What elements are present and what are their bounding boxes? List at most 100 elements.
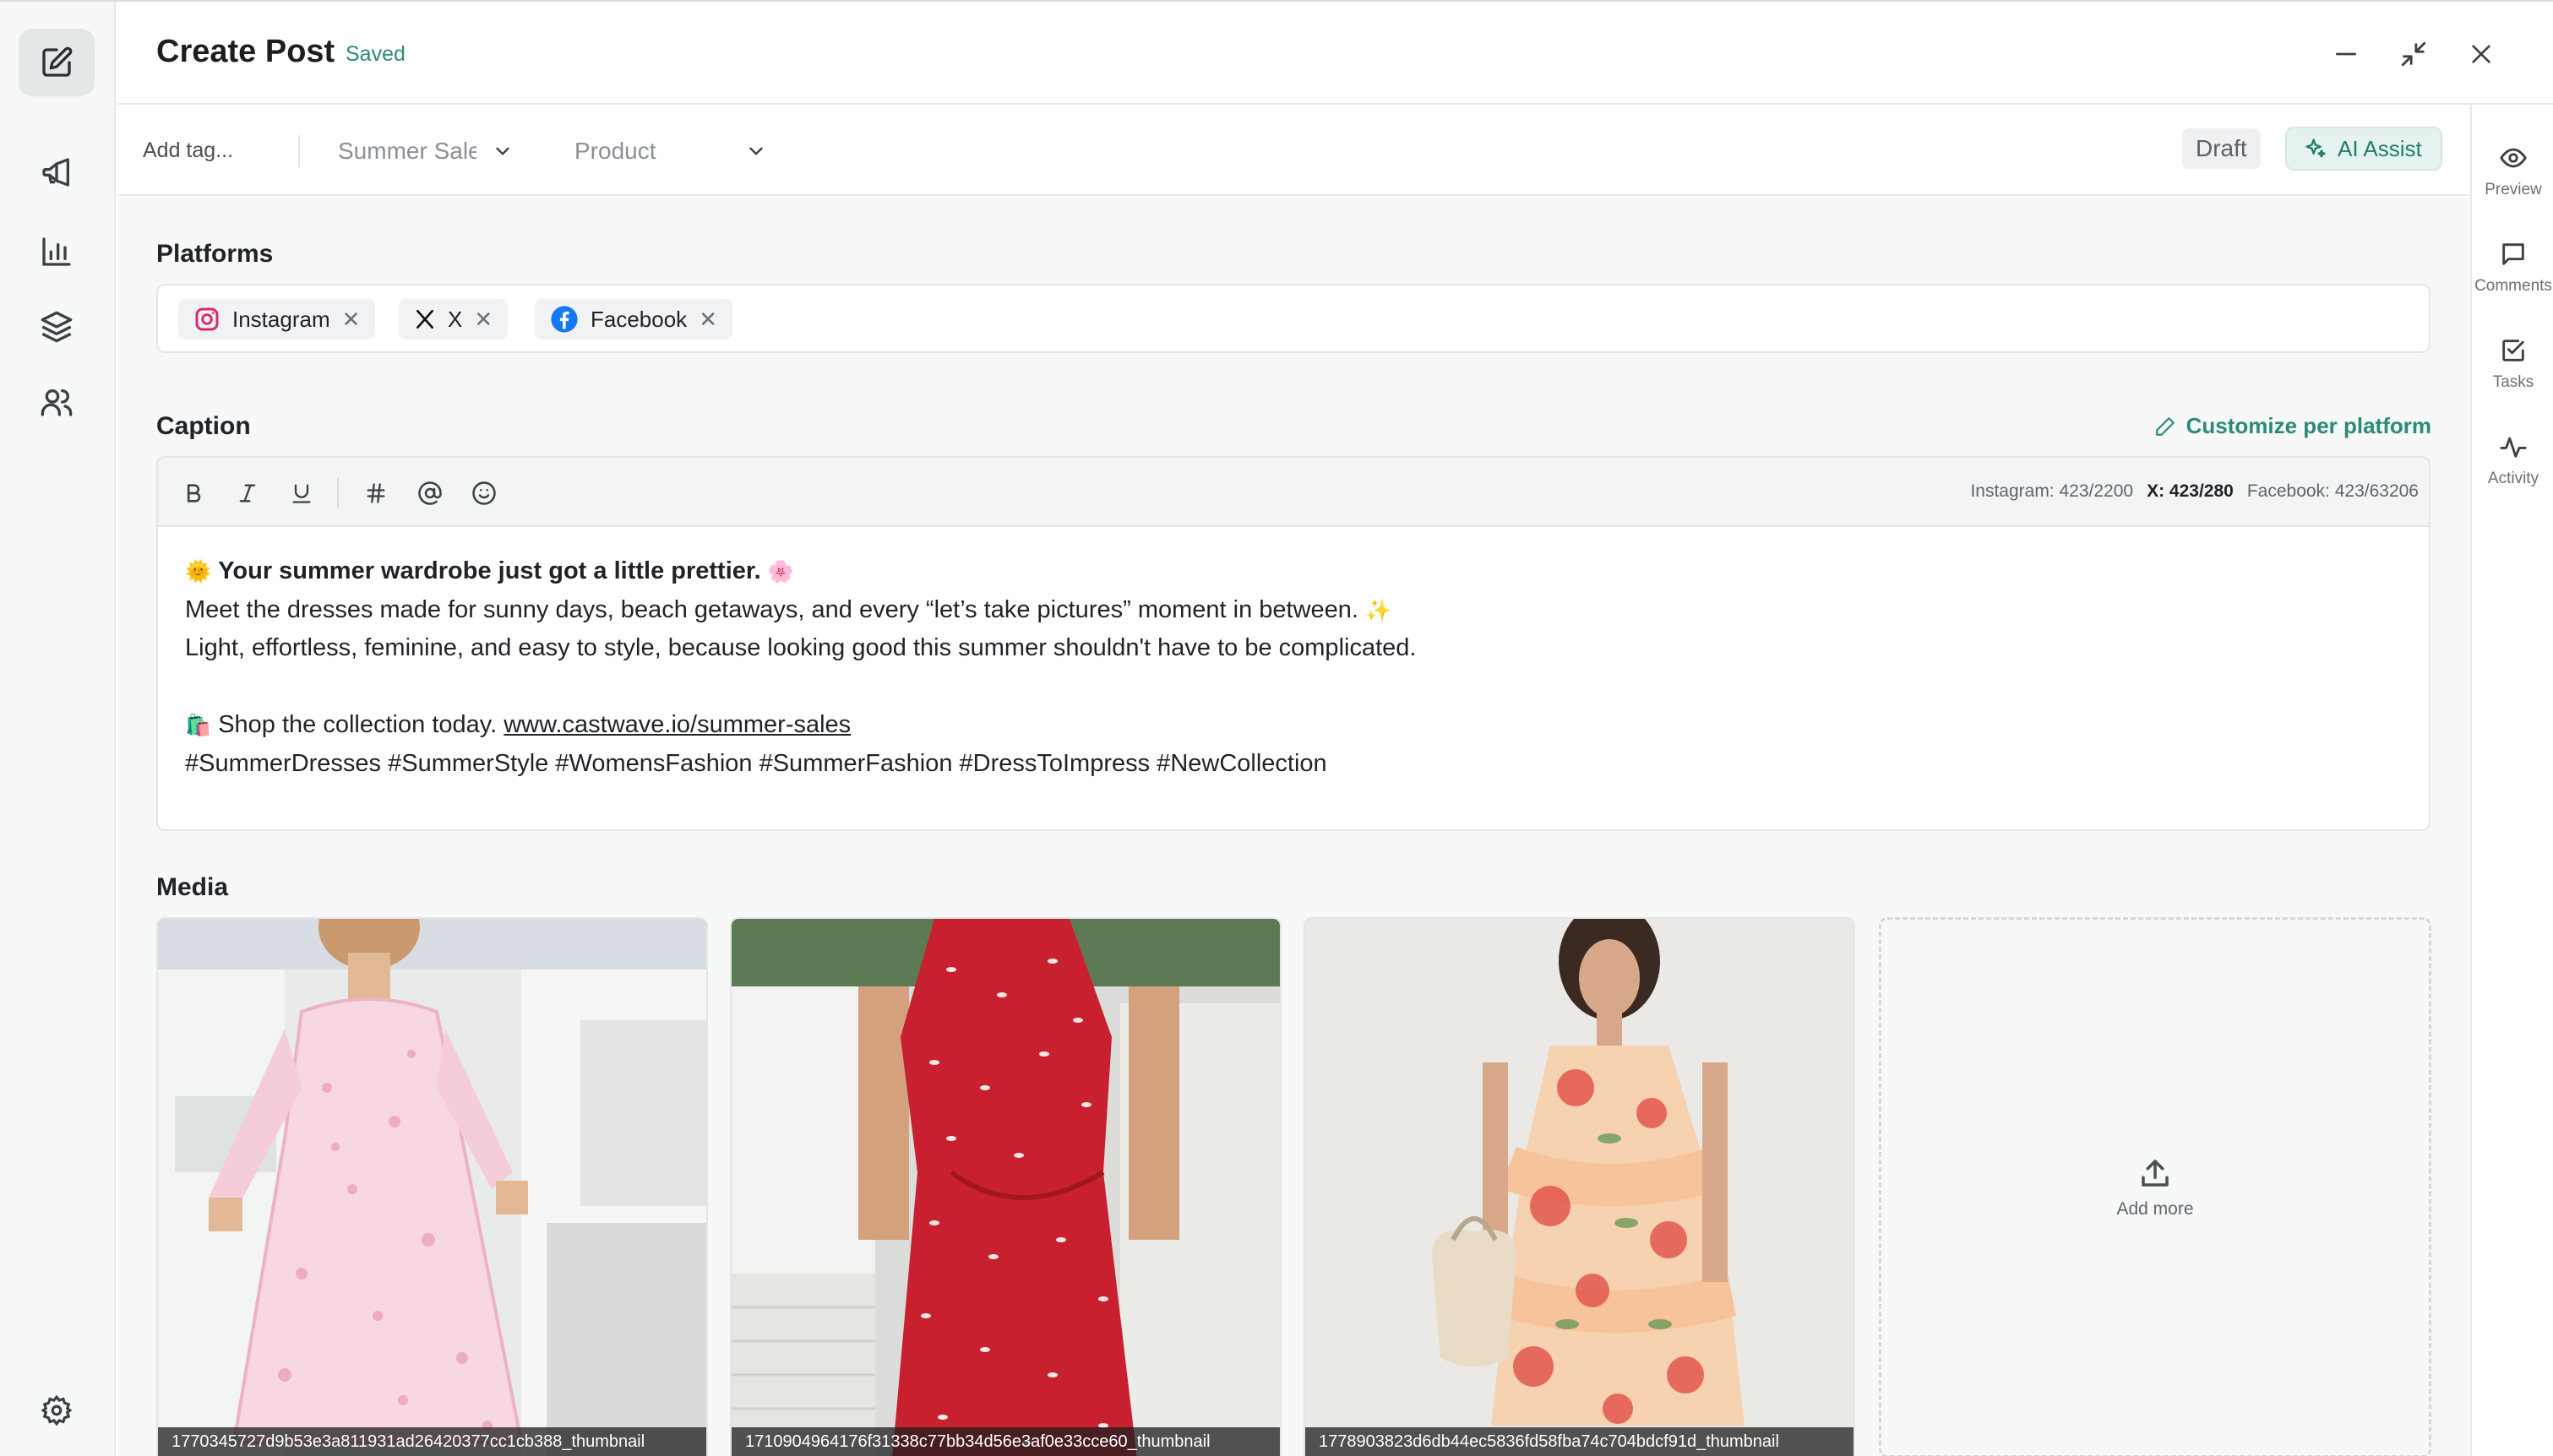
x-logo-icon — [416, 309, 433, 329]
formatting-toolbar: Instagram: 423/2200 X: 423/280 Facebook:… — [158, 458, 2429, 527]
facebook-count: Facebook: 423/63206 — [2246, 481, 2419, 501]
underline-icon — [292, 484, 311, 503]
remove-platform-button[interactable]: ✕ — [342, 307, 361, 333]
checkbox-icon — [2502, 340, 2524, 361]
at-sign-icon — [418, 481, 442, 505]
remove-platform-button[interactable]: ✕ — [699, 307, 717, 333]
megaphone-icon — [42, 158, 70, 187]
nav-settings-button[interactable] — [19, 1377, 95, 1444]
caption-line: Light, effortless, feminine, and easy to… — [185, 634, 1417, 661]
left-nav-rail — [0, 2, 116, 1456]
character-counts: Instagram: 423/2200 X: 423/280 Facebook:… — [1970, 481, 2419, 502]
users-icon — [41, 389, 73, 416]
italic-icon — [239, 484, 256, 503]
campaign-select-value: Summer Sale — [338, 138, 476, 164]
minimize-button[interactable] — [2326, 34, 2366, 74]
caption-hashtags: #SummerDresses #SummerStyle #WomensFashi… — [185, 749, 1327, 777]
add-more-media-button[interactable]: Add more — [1879, 917, 2431, 1456]
instagram-icon — [195, 307, 219, 331]
add-tag-input[interactable] — [143, 139, 320, 163]
add-more-label: Add more — [2116, 1199, 2194, 1219]
caption-headline: Your summer wardrobe just got a little p… — [218, 557, 761, 584]
platform-chip-facebook: Facebook ✕ — [535, 299, 732, 340]
media-filename: 1770345727d9b53e3a811931ad26420377cc1cb3… — [158, 1427, 706, 1456]
media-thumbnail[interactable]: 1710904964176f31338c77bb34d56e3af0e33cce… — [730, 917, 1282, 1456]
close-button[interactable] — [2461, 34, 2501, 74]
product-select-value: Product — [574, 138, 656, 164]
comments-tab[interactable]: Comments — [2472, 240, 2553, 296]
media-heading: Media — [156, 873, 229, 901]
bold-button[interactable] — [177, 476, 210, 510]
nav-campaigns-button[interactable] — [19, 139, 95, 206]
hashtag-button[interactable] — [359, 476, 393, 510]
caption-line: Meet the dresses made for sunny days, be… — [185, 595, 1392, 623]
italic-button[interactable] — [231, 476, 264, 510]
comment-icon — [2502, 243, 2524, 265]
caption-editor: Instagram: 423/2200 X: 423/280 Facebook:… — [156, 456, 2431, 831]
dress-photo-image — [1305, 919, 1854, 1456]
pencil-icon — [2155, 416, 2175, 436]
smiley-icon — [472, 481, 496, 505]
media-filename: 1778903823d6db44ec5836fd58fba74c704bdcf9… — [1305, 1427, 1854, 1456]
mention-button[interactable] — [413, 476, 447, 510]
preview-tab[interactable]: Preview — [2472, 144, 2553, 199]
page-title: Create Post — [156, 34, 335, 69]
activity-tab[interactable]: Activity — [2472, 432, 2553, 488]
emoji-button[interactable] — [467, 476, 501, 510]
collapse-icon — [2401, 41, 2426, 67]
toolbar-divider — [298, 135, 300, 167]
platform-chip-label: Instagram — [232, 306, 330, 332]
activity-icon — [2500, 437, 2527, 458]
platform-chip-label: X — [448, 306, 463, 332]
customize-label: Customize per platform — [2186, 413, 2431, 438]
right-side-panel: Preview Comments Tasks Activity — [2470, 105, 2553, 1456]
instagram-count: Instagram: 423/2200 — [1970, 481, 2134, 501]
nav-team-button[interactable] — [19, 368, 95, 436]
platforms-heading: Platforms — [156, 240, 274, 268]
dress-photo-image — [158, 919, 706, 1456]
caption-textarea[interactable]: 🌞 Your summer wardrobe just got a little… — [185, 552, 2402, 783]
eye-icon — [2500, 148, 2527, 168]
customize-per-platform-link[interactable]: Customize per platform — [2154, 413, 2431, 439]
hashtag-icon — [367, 483, 385, 503]
draft-badge: Draft — [2182, 128, 2261, 169]
nav-analytics-button[interactable] — [19, 218, 95, 285]
nav-library-button[interactable] — [19, 293, 95, 361]
post-editor-main: Platforms Instagram ✕ X ✕ Facebook ✕ Cap… — [117, 198, 2470, 1456]
x-count: X: 423/280 — [2147, 481, 2234, 501]
platforms-selector[interactable]: Instagram ✕ X ✕ Facebook ✕ — [156, 284, 2431, 353]
collapse-button[interactable] — [2393, 34, 2434, 74]
underline-button[interactable] — [285, 476, 318, 510]
platform-chip-instagram: Instagram ✕ — [178, 299, 376, 340]
dress-photo-image — [732, 919, 1280, 1456]
caption-link[interactable]: www.castwave.io/summer-sales — [504, 711, 851, 738]
edit-icon — [42, 46, 73, 77]
media-thumbnail[interactable]: 1778903823d6db44ec5836fd58fba74c704bdcf9… — [1304, 917, 1855, 1456]
platform-chip-x: X ✕ — [399, 299, 509, 340]
nav-compose-button[interactable] — [19, 29, 95, 96]
upload-icon — [2142, 1160, 2169, 1187]
campaign-select[interactable]: Summer Sale — [338, 130, 514, 172]
chevron-down-icon — [749, 147, 763, 155]
sparkles-icon — [2305, 139, 2326, 158]
ai-assist-label: AI Assist — [2338, 135, 2422, 161]
tasks-tab[interactable]: Tasks — [2472, 336, 2553, 392]
caption-line: 🌞 Your summer wardrobe just got a little… — [185, 557, 794, 584]
platform-chip-label: Facebook — [591, 306, 688, 332]
gear-icon — [41, 1394, 73, 1426]
activity-tab-label: Activity — [2487, 470, 2539, 487]
caption-heading: Caption — [156, 412, 251, 440]
post-toolbar: Summer Sale Product Draft AI Assist — [117, 105, 2470, 196]
comments-tab-label: Comments — [2474, 277, 2552, 295]
preview-tab-label: Preview — [2485, 181, 2542, 198]
media-filename: 1710904964176f31338c77bb34d56e3af0e33cce… — [732, 1427, 1280, 1456]
create-post-window: Create Post Saved Summer Sale Product Dr… — [0, 0, 2553, 1456]
ai-assist-button[interactable]: AI Assist — [2285, 127, 2442, 171]
media-thumbnail[interactable]: 1770345727d9b53e3a811931ad26420377cc1cb3… — [156, 917, 708, 1456]
tasks-tab-label: Tasks — [2492, 373, 2534, 391]
facebook-icon — [551, 306, 578, 333]
remove-platform-button[interactable]: ✕ — [474, 307, 493, 333]
toolbar-divider — [337, 478, 339, 508]
product-select[interactable]: Product — [574, 130, 767, 172]
